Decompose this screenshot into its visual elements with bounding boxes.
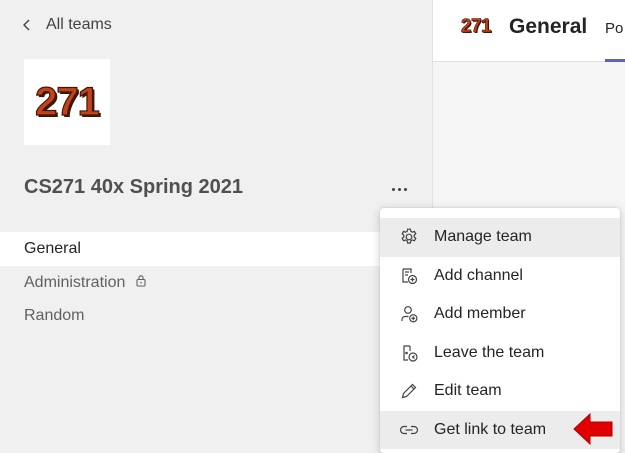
channel-administration[interactable]: Administration	[0, 266, 432, 300]
team-logo: 271	[24, 59, 110, 145]
channel-label: Administration	[24, 274, 126, 291]
active-tab-indicator	[605, 59, 625, 62]
menu-item-label: Get link to team	[434, 420, 547, 438]
menu-item-manage-team[interactable]: Manage team	[380, 218, 620, 257]
gear-icon	[398, 226, 420, 248]
channel-random[interactable]: Random	[0, 299, 432, 333]
more-options-button[interactable]	[388, 180, 410, 198]
back-label: All teams	[46, 16, 112, 33]
menu-item-edit-team[interactable]: Edit team	[380, 372, 620, 411]
menu-item-label: Leave the team	[434, 343, 545, 361]
add-channel-icon	[398, 265, 420, 287]
menu-item-add-channel[interactable]: Add channel	[380, 257, 620, 296]
channel-label: General	[24, 240, 81, 257]
team-logo-text: 271	[35, 79, 101, 124]
channel-header: 271 General Po	[433, 0, 625, 62]
pencil-icon	[398, 380, 420, 402]
menu-item-add-member[interactable]: Add member	[380, 295, 620, 334]
channel-team-logo: 271	[457, 8, 495, 46]
add-member-icon	[398, 303, 420, 325]
tab-posts[interactable]: Po	[605, 20, 623, 37]
channel-team-logo-text: 271	[460, 16, 492, 38]
chevron-left-icon	[23, 19, 30, 31]
channel-label: Random	[24, 307, 85, 324]
link-icon	[398, 419, 420, 441]
channel-title: General	[509, 15, 588, 38]
channel-general[interactable]: General	[0, 232, 432, 266]
menu-item-label: Add channel	[434, 266, 523, 284]
dot	[391, 187, 395, 191]
red-arrow-annotation	[573, 412, 613, 446]
lock-icon	[135, 274, 147, 292]
menu-item-leave-team[interactable]: Leave the team	[380, 334, 620, 373]
team-sidebar: All teams 271 CS271 40x Spring 2021 Gene…	[0, 0, 432, 448]
menu-item-label: Add member	[434, 305, 526, 323]
menu-item-label: Edit team	[434, 382, 502, 400]
leave-team-icon	[398, 342, 420, 364]
dot	[403, 187, 407, 191]
back-to-all-teams[interactable]: All teams	[22, 13, 112, 37]
team-name: CS271 40x Spring 2021	[24, 176, 244, 198]
menu-item-label: Manage team	[434, 228, 532, 246]
dot	[397, 187, 401, 191]
